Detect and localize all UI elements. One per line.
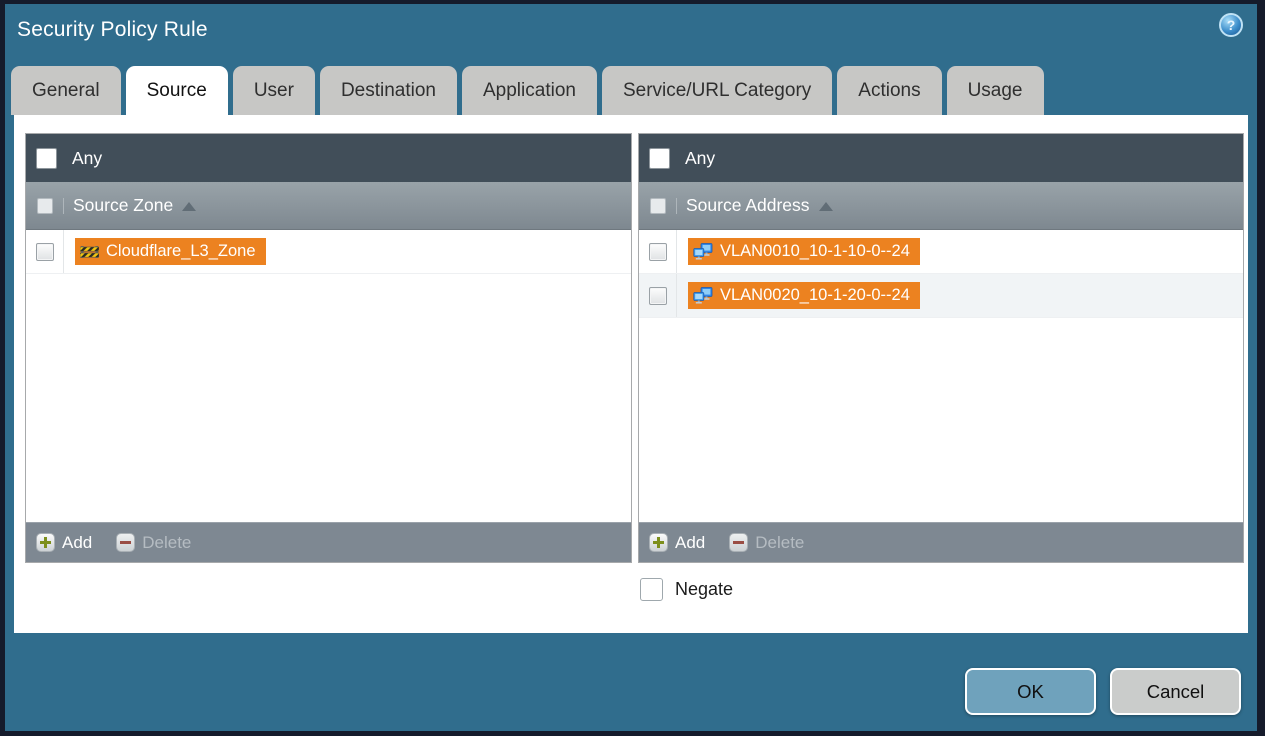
source-zone-panel: Any Source Zone Cloudflare_L3_Zone Add D… — [25, 133, 632, 563]
sort-ascending-icon — [818, 202, 833, 211]
tab-user[interactable]: User — [232, 66, 315, 115]
network-icon — [693, 243, 713, 260]
source-address-any-label: Any — [685, 147, 716, 168]
source-zone-column-label: Source Zone — [73, 195, 174, 215]
dialog-titlebar: Security Policy Rule ? — [5, 4, 1257, 66]
source-zone-select-all-checkbox[interactable] — [36, 197, 53, 214]
tab-general[interactable]: General — [11, 66, 121, 115]
tab-actions[interactable]: Actions — [837, 66, 942, 115]
tab-usage[interactable]: Usage — [946, 66, 1044, 115]
address-tag[interactable]: VLAN0020_10-1-20-0--24 — [688, 282, 920, 309]
screen: Security Policy Rule ? General Source Us… — [0, 0, 1265, 736]
row-checkbox[interactable] — [648, 242, 667, 261]
tab-destination[interactable]: Destination — [319, 66, 457, 115]
negate-row: Negate — [640, 578, 733, 601]
source-address-any-bar: Any — [639, 134, 1243, 182]
negate-checkbox[interactable] — [640, 578, 663, 601]
delete-button[interactable]: Delete — [729, 533, 804, 553]
tab-source[interactable]: Source — [125, 66, 228, 115]
row-checkbox-cell — [26, 230, 64, 273]
add-button[interactable]: Add — [36, 533, 92, 553]
source-address-select-all-cell — [639, 197, 677, 214]
source-address-panel-footer: Add Delete — [639, 522, 1243, 562]
add-icon — [649, 533, 668, 552]
source-address-column-label: Source Address — [686, 195, 810, 215]
tab-application[interactable]: Application — [462, 66, 597, 115]
list-item[interactable]: Cloudflare_L3_Zone — [26, 230, 631, 274]
source-address-list: VLAN0010_10-1-10-0--24 VLAN0020_10-1-20-… — [639, 230, 1243, 522]
help-icon[interactable]: ? — [1219, 13, 1243, 37]
row-checkbox[interactable] — [648, 286, 667, 305]
add-icon — [36, 533, 55, 552]
add-label: Add — [62, 532, 93, 552]
network-icon — [693, 287, 713, 304]
sort-ascending-icon — [182, 202, 197, 211]
security-policy-rule-dialog: Security Policy Rule ? General Source Us… — [5, 4, 1257, 731]
delete-label: Delete — [755, 532, 805, 552]
zone-tag[interactable]: Cloudflare_L3_Zone — [75, 238, 266, 265]
negate-label: Negate — [675, 579, 734, 599]
address-name: VLAN0020_10-1-20-0--24 — [720, 286, 910, 304]
delete-label: Delete — [142, 532, 192, 552]
delete-button[interactable]: Delete — [116, 533, 191, 553]
ok-button[interactable]: OK — [965, 668, 1096, 715]
source-zone-select-all-cell — [26, 197, 64, 214]
delete-icon — [729, 533, 749, 552]
source-address-column-header[interactable]: Source Address — [639, 182, 1243, 230]
tab-bar: General Source User Destination Applicat… — [11, 66, 1044, 115]
zone-icon — [80, 244, 99, 259]
source-address-select-all-checkbox[interactable] — [649, 197, 666, 214]
source-zone-any-label: Any — [72, 147, 103, 168]
add-button[interactable]: Add — [649, 533, 705, 553]
address-tag[interactable]: VLAN0010_10-1-10-0--24 — [688, 238, 920, 265]
row-checkbox-cell — [639, 274, 677, 317]
tab-content-source: Any Source Zone Cloudflare_L3_Zone Add D… — [14, 115, 1248, 633]
tab-service-url-category[interactable]: Service/URL Category — [601, 66, 833, 115]
list-item[interactable]: VLAN0010_10-1-10-0--24 — [639, 230, 1243, 274]
source-zone-panel-footer: Add Delete — [26, 522, 631, 562]
dialog-buttons: OK Cancel — [965, 668, 1241, 715]
zone-name: Cloudflare_L3_Zone — [106, 242, 256, 260]
cancel-button[interactable]: Cancel — [1110, 668, 1241, 715]
delete-icon — [116, 533, 136, 552]
source-zone-any-bar: Any — [26, 134, 631, 182]
source-zone-any-checkbox[interactable] — [36, 147, 57, 169]
dialog-title: Security Policy Rule — [17, 18, 208, 41]
source-address-panel: Any Source Address VLAN0010_10-1-10-0--2… — [638, 133, 1244, 563]
address-name: VLAN0010_10-1-10-0--24 — [720, 242, 910, 260]
row-checkbox[interactable] — [35, 242, 54, 261]
source-address-any-checkbox[interactable] — [649, 147, 670, 169]
source-zone-list: Cloudflare_L3_Zone — [26, 230, 631, 522]
list-item[interactable]: VLAN0020_10-1-20-0--24 — [639, 274, 1243, 318]
add-label: Add — [675, 532, 706, 552]
source-zone-column-header[interactable]: Source Zone — [26, 182, 631, 230]
row-checkbox-cell — [639, 230, 677, 273]
